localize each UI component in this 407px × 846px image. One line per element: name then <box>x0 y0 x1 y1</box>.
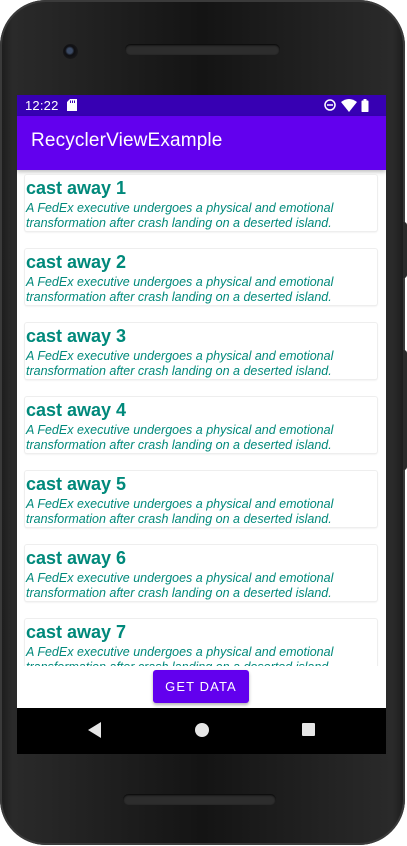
item-description: A FedEx executive undergoes a physical a… <box>26 645 334 666</box>
list-item[interactable]: cast away 5 A FedEx executive undergoes … <box>25 471 377 527</box>
recycler-list[interactable]: cast away 1 A FedEx executive undergoes … <box>17 170 386 666</box>
battery-icon <box>361 99 369 112</box>
item-title: cast away 4 <box>26 400 127 420</box>
item-title: cast away 7 <box>26 622 127 642</box>
list-item[interactable]: cast away 3 A FedEx executive undergoes … <box>25 323 377 379</box>
wifi-icon <box>341 99 357 112</box>
item-description: A FedEx executive undergoes a physical a… <box>26 349 334 378</box>
status-bar: 12:22 <box>17 95 386 116</box>
item-title: cast away 2 <box>26 252 127 272</box>
phone-frame: 12:22 RecyclerViewExample cast away 1 A … <box>0 0 407 845</box>
app-title: RecyclerViewExample <box>31 130 223 151</box>
back-icon[interactable] <box>88 722 102 738</box>
app-bar: RecyclerViewExample <box>17 116 386 170</box>
list-item[interactable]: cast away 1 A FedEx executive undergoes … <box>25 175 377 231</box>
item-description: A FedEx executive undergoes a physical a… <box>26 497 334 526</box>
item-description: A FedEx executive undergoes a physical a… <box>26 201 334 230</box>
recents-icon[interactable] <box>302 723 315 736</box>
item-description: A FedEx executive undergoes a physical a… <box>26 275 334 304</box>
navigation-bar <box>17 708 386 754</box>
list-item[interactable]: cast away 6 A FedEx executive undergoes … <box>25 545 377 601</box>
item-title: cast away 6 <box>26 548 127 568</box>
item-description: A FedEx executive undergoes a physical a… <box>26 423 334 452</box>
list-item[interactable]: cast away 4 A FedEx executive undergoes … <box>25 397 377 453</box>
item-description: A FedEx executive undergoes a physical a… <box>26 571 334 600</box>
front-camera <box>63 44 78 59</box>
status-icons <box>324 99 380 112</box>
item-title: cast away 1 <box>26 178 127 198</box>
volume-button <box>403 350 407 470</box>
sd-card-icon <box>67 99 77 111</box>
list-item[interactable]: cast away 2 A FedEx executive undergoes … <box>25 249 377 305</box>
do-not-disturb-icon <box>324 99 336 111</box>
power-button <box>403 222 407 278</box>
status-time: 12:22 <box>25 98 59 113</box>
earpiece-speaker <box>125 44 280 55</box>
list-item[interactable]: cast away 7 A FedEx executive undergoes … <box>25 619 377 666</box>
item-title: cast away 3 <box>26 326 127 346</box>
bottom-speaker <box>123 794 276 805</box>
device-screen: 12:22 RecyclerViewExample cast away 1 A … <box>17 95 386 708</box>
home-icon[interactable] <box>195 723 209 737</box>
item-title: cast away 5 <box>26 474 127 494</box>
get-data-button[interactable]: GET DATA <box>153 670 249 703</box>
